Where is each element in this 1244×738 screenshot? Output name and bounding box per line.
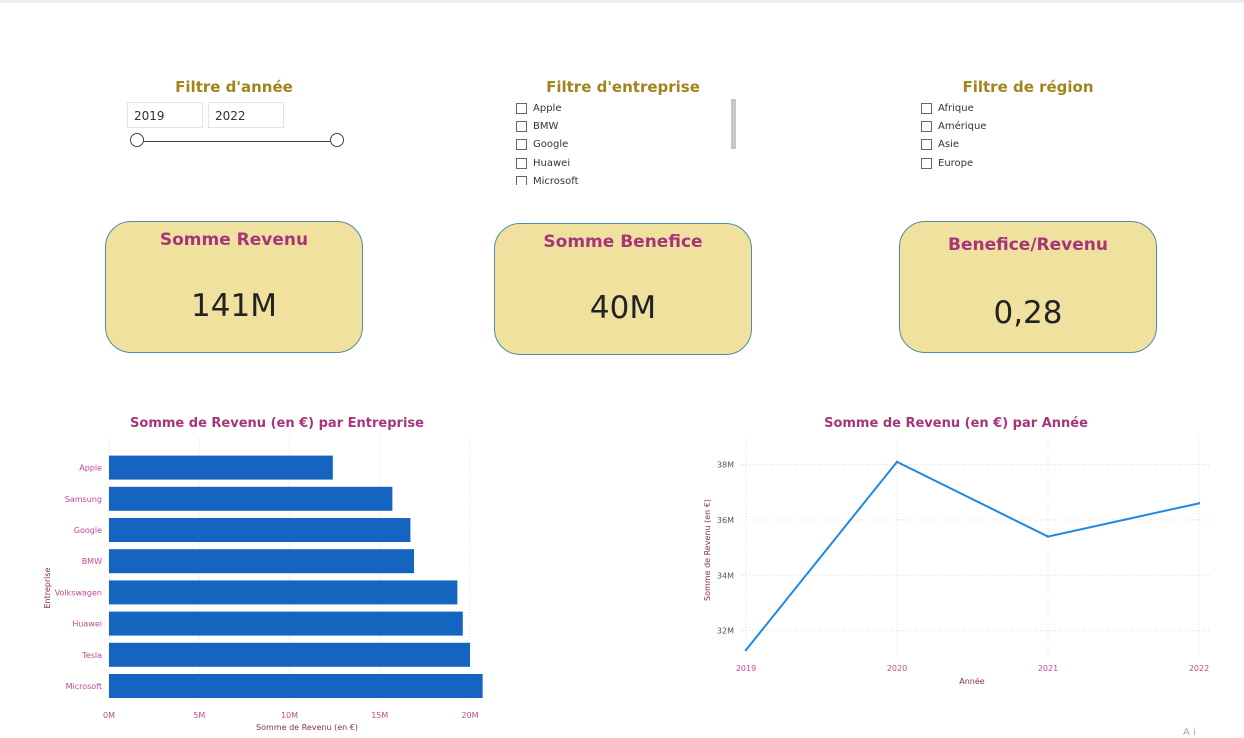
company-filter-list: Apple BMW Google Huawei Microsoft bbox=[516, 99, 726, 185]
region-option[interactable]: Afrique bbox=[921, 99, 1131, 117]
bar bbox=[109, 455, 333, 480]
year-to-input[interactable]: 2022 bbox=[208, 102, 284, 128]
data-point bbox=[1046, 535, 1050, 538]
company-option-label: Apple bbox=[533, 102, 562, 114]
kpi-value: 141M bbox=[191, 288, 277, 324]
year-slider-track[interactable] bbox=[137, 141, 337, 142]
checkbox[interactable] bbox=[921, 157, 932, 169]
x-tick-label: 2022 bbox=[1189, 664, 1209, 673]
kpi-title: Somme Benefice bbox=[543, 232, 703, 252]
top-border bbox=[0, 0, 1244, 3]
x-tick-label: 2020 bbox=[887, 664, 907, 673]
checkbox[interactable] bbox=[921, 139, 932, 151]
category-label: Microsoft bbox=[66, 682, 102, 691]
bar bbox=[109, 518, 411, 542]
company-option[interactable]: Microsoft bbox=[516, 173, 726, 185]
x-tick-label: 0M bbox=[103, 711, 115, 720]
bar-chart-title: Somme de Revenu (en €) par Entreprise bbox=[130, 416, 424, 431]
region-option-label: Europe bbox=[938, 157, 974, 169]
category-label: Tesla bbox=[81, 651, 102, 660]
bar bbox=[109, 549, 415, 574]
company-filter-title: Filtre d'entreprise bbox=[546, 78, 700, 96]
data-point bbox=[744, 648, 748, 652]
data-point bbox=[895, 460, 899, 464]
bar bbox=[109, 674, 483, 698]
bar bbox=[109, 611, 463, 636]
company-filter-scrollbar[interactable] bbox=[731, 99, 736, 149]
region-filter-title: Filtre de région bbox=[962, 78, 1094, 96]
x-tick-label: 2019 bbox=[736, 664, 756, 673]
region-option[interactable]: Asie bbox=[921, 136, 1131, 154]
revenue-by-company-bar-chart: 0M 5M 10M 15M 20M Apple Samsung Google BMW Volksw… bbox=[43, 438, 483, 732]
y-tick-label: 38M bbox=[717, 461, 734, 470]
company-option[interactable]: Huawei bbox=[516, 154, 726, 172]
company-option-label: BMW bbox=[533, 121, 559, 133]
company-option[interactable]: Google bbox=[516, 136, 726, 154]
checkbox[interactable] bbox=[516, 139, 527, 151]
company-option-label: Google bbox=[533, 139, 569, 151]
y-tick-label: 34M bbox=[717, 571, 734, 580]
x-axis-title: Année bbox=[959, 676, 985, 686]
kpi-title: Benefice/Revenu bbox=[948, 235, 1108, 255]
region-option-label: Asie bbox=[938, 139, 959, 151]
category-label: Samsung bbox=[65, 495, 102, 504]
kpi-card-profit: Somme Benefice 40M bbox=[494, 223, 752, 355]
y-tick-label: 36M bbox=[717, 516, 734, 525]
series-line bbox=[745, 460, 1200, 651]
kpi-value: 0,28 bbox=[993, 295, 1063, 331]
checkbox[interactable] bbox=[516, 121, 527, 133]
y-tick-label: 32M bbox=[717, 627, 734, 636]
y-axis-title: Entreprise bbox=[43, 567, 52, 608]
year-slider-start-handle[interactable] bbox=[130, 133, 144, 147]
category-label: Apple bbox=[79, 464, 102, 473]
revenue-by-year-line-chart: 32M 34M 36M 38M 2019 2020 2021 2022 Année Somme d… bbox=[703, 438, 1209, 686]
category-label: Volkswagen bbox=[55, 588, 102, 597]
x-tick-label: 2021 bbox=[1038, 664, 1058, 673]
category-label: Huawei bbox=[72, 620, 102, 629]
footer-text: A i bbox=[1183, 727, 1196, 738]
company-option-label: Huawei bbox=[533, 157, 571, 169]
region-option-label: Afrique bbox=[938, 102, 974, 114]
checkbox[interactable] bbox=[516, 157, 527, 169]
bar bbox=[109, 580, 458, 605]
region-option[interactable]: Amérique bbox=[921, 117, 1131, 135]
kpi-title: Somme Revenu bbox=[159, 230, 309, 250]
region-option-label: Amérique bbox=[938, 121, 987, 133]
checkbox[interactable] bbox=[516, 102, 527, 114]
kpi-card-profit-ratio: Benefice/Revenu 0,28 bbox=[899, 221, 1157, 353]
year-filter-title: Filtre d'année bbox=[175, 78, 293, 96]
bar bbox=[109, 642, 470, 667]
category-label: BMW bbox=[82, 557, 102, 566]
x-tick-label: 20M bbox=[461, 711, 478, 720]
company-option[interactable]: BMW bbox=[516, 117, 726, 135]
region-filter-list: Afrique Amérique Asie Europe bbox=[921, 99, 1131, 175]
x-tick-label: 10M bbox=[281, 711, 298, 720]
kpi-value: 40M bbox=[589, 290, 657, 326]
kpi-card-revenue: Somme Revenu 141M bbox=[105, 221, 363, 353]
region-option[interactable]: Europe bbox=[921, 154, 1131, 172]
bar bbox=[109, 486, 393, 511]
x-tick-label: 15M bbox=[371, 711, 388, 720]
year-slider-end-handle[interactable] bbox=[330, 133, 344, 147]
line-chart-title: Somme de Revenu (en €) par Année bbox=[824, 416, 1088, 431]
data-point bbox=[1197, 502, 1201, 505]
y-axis-title: Somme de Revenu (en €) bbox=[703, 499, 712, 601]
company-option-label: Microsoft bbox=[533, 176, 579, 185]
checkbox[interactable] bbox=[921, 102, 932, 114]
category-label: Google bbox=[74, 526, 102, 535]
year-from-input[interactable]: 2019 bbox=[127, 102, 203, 128]
checkbox[interactable] bbox=[921, 121, 932, 133]
x-tick-label: 5M bbox=[193, 711, 205, 720]
company-option[interactable]: Apple bbox=[516, 99, 726, 117]
x-axis-title: Somme de Revenu (en €) bbox=[256, 723, 358, 732]
checkbox[interactable] bbox=[516, 176, 527, 185]
